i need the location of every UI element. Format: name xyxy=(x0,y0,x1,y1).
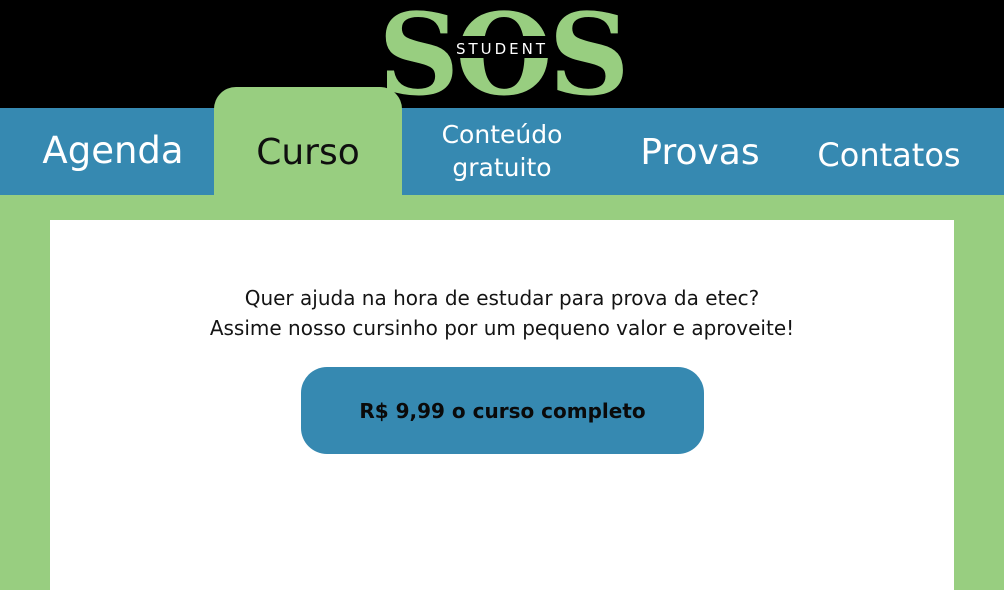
logo-sub-text: STUDENT xyxy=(456,40,548,58)
nav-tab-contatos[interactable]: Contatos xyxy=(808,110,970,200)
nav-tab-label: Contatos xyxy=(817,135,961,174)
nav-tab-provas[interactable]: Provas xyxy=(622,108,778,198)
promo-question: Quer ajuda na hora de estudar para prova… xyxy=(244,286,760,310)
logo-graphic: SOS STUDENT xyxy=(380,2,624,102)
course-content-panel: Quer ajuda na hora de estudar para prova… xyxy=(50,220,954,590)
sos-student-logo[interactable]: SOS STUDENT xyxy=(380,2,624,102)
site-header: SOS STUDENT xyxy=(0,0,1004,108)
nav-tab-agenda[interactable]: Agenda xyxy=(28,108,198,195)
buy-course-button[interactable]: R$ 9,99 o curso completo xyxy=(301,367,704,454)
nav-tab-curso[interactable]: Curso xyxy=(214,108,402,198)
promo-call-to-action: Assime nosso cursinho por um pequeno val… xyxy=(209,316,795,340)
nav-tab-conteudo-gratuito[interactable]: Conteúdo gratuito xyxy=(420,108,584,195)
nav-tab-label-line1: Conteúdo xyxy=(441,119,563,149)
nav-tab-label: Agenda xyxy=(42,129,184,173)
nav-tab-label-line2: gratuito xyxy=(452,152,552,182)
nav-tab-label: Provas xyxy=(640,132,760,174)
nav-tab-label: Curso xyxy=(256,132,360,174)
